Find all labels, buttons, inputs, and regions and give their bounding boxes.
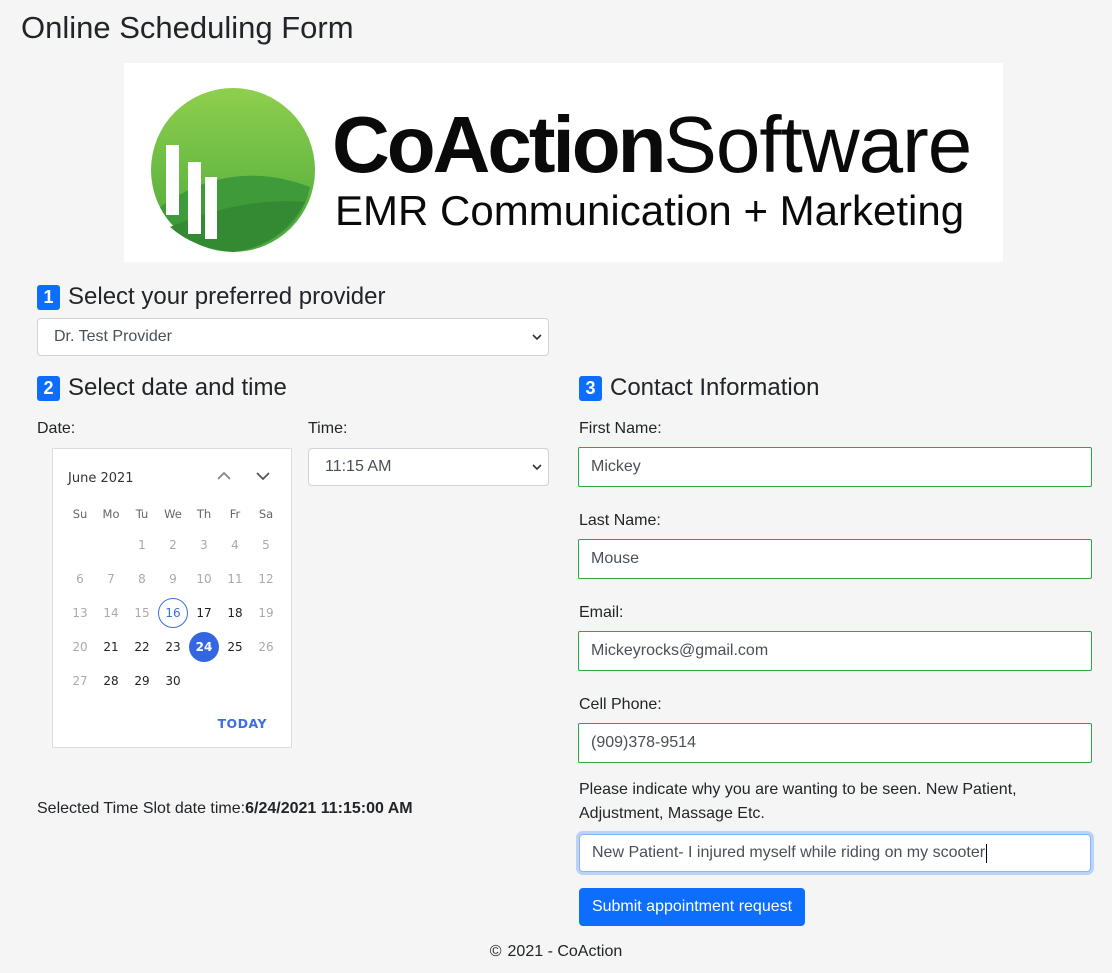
- step2-badge: 2: [37, 375, 60, 401]
- step2-heading: 2 Select date and time: [37, 374, 287, 402]
- company-logo: CoActionSoftware EMR Communication + Mar…: [124, 63, 1003, 262]
- step3-heading: 3 Contact Information: [579, 374, 819, 402]
- copyright-symbol: ©: [489, 943, 502, 960]
- calendar-day[interactable]: 25: [220, 632, 250, 662]
- provider-select[interactable]: Dr. Test Provider: [37, 318, 549, 356]
- calendar-day[interactable]: 28: [96, 666, 126, 696]
- step3-title: Contact Information: [610, 374, 820, 401]
- time-select-value: 11:15 AM: [325, 458, 392, 475]
- chevron-up-icon[interactable]: [215, 469, 233, 483]
- calendar-day: 3: [200, 538, 208, 552]
- selected-slot-value: 6/24/2021 11:15:00 AM: [245, 800, 413, 817]
- calendar-day: 20: [72, 640, 88, 654]
- logo-wordmark: CoActionSoftware: [332, 100, 973, 189]
- step2-title: Select date and time: [68, 374, 287, 401]
- calendar-weekday: Su: [72, 507, 88, 521]
- calendar-day[interactable]: 23: [158, 632, 188, 662]
- calendar-day[interactable]: 18: [220, 598, 250, 628]
- calendar-day: 12: [258, 572, 274, 586]
- selected-slot-label: Selected Time Slot date time:: [37, 800, 246, 817]
- calendar-day: 2: [169, 538, 177, 552]
- first-name-value: Mickey: [591, 458, 641, 475]
- date-calendar: June 2021 Su Mo Tu We Th Fr Sa 1 2 3 4 5 6 7 8 9 10 11 12 1…: [52, 448, 292, 748]
- first-name-field[interactable]: Mickey: [578, 447, 1092, 487]
- provider-select-value: Dr. Test Provider: [54, 328, 172, 345]
- calendar-day: 5: [262, 538, 270, 552]
- calendar-day: 11: [227, 572, 243, 586]
- time-label: Time:: [308, 420, 348, 437]
- text-caret: [986, 843, 988, 863]
- reason-field[interactable]: New Patient- I injured myself while ridi…: [579, 834, 1091, 872]
- step3-badge: 3: [579, 375, 602, 401]
- email-value: Mickeyrocks@gmail.com: [591, 642, 769, 659]
- calendar-day: 6: [76, 572, 84, 586]
- first-name-label: First Name:: [579, 420, 662, 437]
- calendar-day: 9: [169, 572, 177, 586]
- reason-label: Please indicate why you are wanting to b…: [579, 781, 1017, 822]
- calendar-day: 7: [107, 572, 115, 586]
- time-select[interactable]: 11:15 AM: [308, 448, 549, 486]
- footer: © 2021 - CoAction: [0, 943, 1112, 961]
- calendar-day[interactable]: 29: [127, 666, 157, 696]
- calendar-day: 19: [258, 606, 274, 620]
- submit-appointment-button[interactable]: Submit appointment request: [579, 888, 805, 926]
- email-label: Email:: [579, 604, 624, 621]
- last-name-value: Mouse: [591, 550, 640, 567]
- calendar-weekday: Fr: [229, 507, 241, 521]
- logo-globe-icon: [151, 88, 315, 252]
- step1-badge: 1: [37, 284, 60, 310]
- step1-heading: 1 Select your preferred provider: [37, 283, 385, 311]
- logo-word-light: Software: [663, 100, 973, 189]
- calendar-day[interactable]: 30: [158, 666, 188, 696]
- calendar-weekday: Th: [196, 507, 212, 521]
- calendar-month-label: June 2021: [68, 471, 134, 486]
- email-field[interactable]: Mickeyrocks@gmail.com: [578, 631, 1092, 671]
- calendar-day: 1: [138, 538, 146, 552]
- page-title: Online Scheduling Form: [21, 10, 354, 45]
- calendar-day[interactable]: 24: [189, 632, 219, 662]
- selected-slot: Selected Time Slot date time:6/24/2021 1…: [37, 800, 413, 818]
- calendar-day[interactable]: 16: [158, 598, 188, 628]
- calendar-today-button[interactable]: TODAY: [217, 716, 267, 731]
- date-label: Date:: [37, 420, 76, 437]
- logo-tagline: EMR Communication + Marketing: [335, 187, 965, 234]
- calendar-day: 4: [231, 538, 239, 552]
- calendar-day: 15: [134, 606, 150, 620]
- chevron-down-icon: [532, 334, 542, 341]
- step1-title: Select your preferred provider: [68, 283, 386, 310]
- reason-value: New Patient- I injured myself while ridi…: [592, 844, 986, 861]
- chevron-down-icon: [532, 464, 542, 471]
- calendar-day: 14: [103, 606, 119, 620]
- chevron-down-icon[interactable]: [254, 469, 272, 483]
- calendar-day: 27: [72, 674, 88, 688]
- calendar-weekday: We: [164, 507, 182, 521]
- phone-label: Cell Phone:: [579, 696, 662, 713]
- calendar-weekday: Sa: [258, 507, 274, 521]
- phone-field[interactable]: (909)378-9514: [578, 723, 1092, 763]
- calendar-day: 13: [72, 606, 88, 620]
- calendar-day: 10: [196, 572, 212, 586]
- calendar-day[interactable]: 17: [189, 598, 219, 628]
- calendar-day[interactable]: 22: [127, 632, 157, 662]
- phone-value: (909)378-9514: [591, 734, 696, 751]
- calendar-weekday: Mo: [102, 507, 120, 521]
- calendar-day: 26: [258, 640, 274, 654]
- calendar-weekday: Tu: [135, 507, 149, 521]
- last-name-field[interactable]: Mouse: [578, 539, 1092, 579]
- last-name-label: Last Name:: [579, 512, 661, 529]
- calendar-day: 8: [138, 572, 146, 586]
- logo-word-bold: CoAction: [332, 100, 667, 189]
- calendar-day[interactable]: 21: [96, 632, 126, 662]
- footer-text: 2021 - CoAction: [507, 943, 623, 960]
